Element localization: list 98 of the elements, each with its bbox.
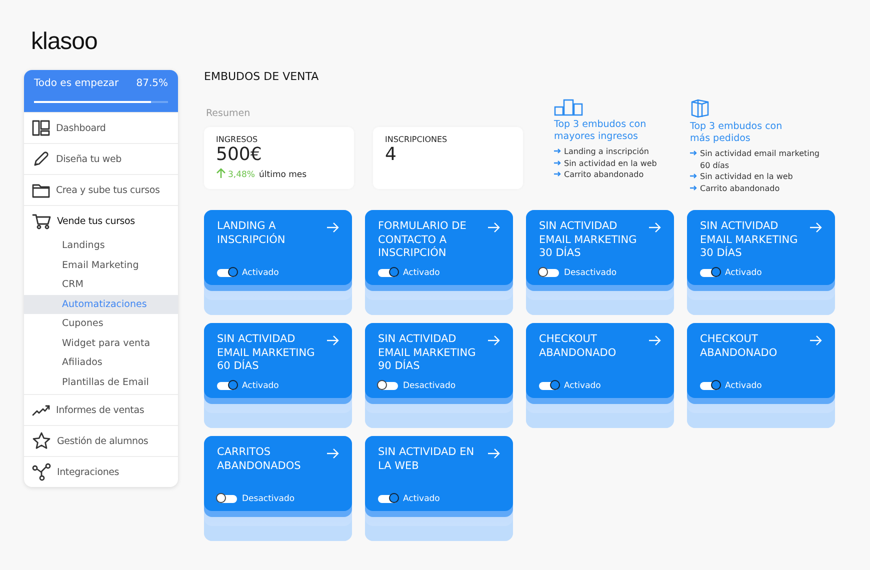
submenu-item[interactable]: CRM [24, 275, 178, 294]
nodes-icon [32, 463, 51, 481]
toggle-switch[interactable] [378, 382, 398, 390]
arrow-icon [690, 173, 697, 179]
submenu-item[interactable]: Landings [24, 236, 178, 256]
funnel-card[interactable]: SIN ACTIVIDAD EMAIL MARKETING 60 DÍAS Activado [204, 323, 352, 398]
arrow-icon [327, 222, 339, 233]
arrow-icon [690, 150, 697, 156]
nav-item[interactable]: Diseña tu web [24, 144, 178, 174]
dashboard-icon [32, 120, 50, 136]
list-item: Sin actividad email marketing 60 días [700, 148, 820, 171]
list-title: Top 3 embudos con más pedidos [690, 121, 784, 144]
box-icon [690, 98, 710, 118]
arrow-icon [488, 448, 500, 459]
arrow-icon [810, 222, 822, 233]
toggle-switch[interactable] [539, 269, 559, 277]
toggle-label: Activado [403, 494, 440, 504]
toggle-switch[interactable] [217, 269, 237, 277]
toggle-label: Activado [725, 381, 762, 391]
cart-icon [32, 212, 51, 230]
section-label: Resumen [205, 107, 252, 119]
card-title: SIN ACTIVIDAD EMAIL MARKETING 60 DÍAS [217, 333, 316, 374]
progress-label: Todo es empezar [34, 78, 119, 90]
arrow-icon [810, 335, 822, 346]
card-title: SIN ACTIVIDAD EN LA WEB [378, 446, 476, 474]
funnel-card[interactable]: SIN ACTIVIDAD EMAIL MARKETING 30 DÍAS Activado [687, 210, 835, 285]
list-item: Sin actividad en la web [700, 171, 793, 182]
toggle-switch[interactable] [217, 495, 237, 503]
card-title: LANDING A INSCRIPCIÓN [217, 220, 286, 248]
podium-icon [554, 98, 584, 116]
submenu-item[interactable]: Widget para venta [24, 334, 178, 353]
arrow-icon [488, 335, 500, 346]
arrow-icon [327, 335, 339, 346]
card-title: CHECKOUT ABANDONADO [539, 333, 618, 360]
toggle-switch[interactable] [378, 495, 398, 503]
star-icon [32, 432, 51, 450]
toggle-switch[interactable] [378, 269, 398, 277]
toggle-switch[interactable] [700, 382, 720, 390]
funnel-card[interactable]: CHECKOUT ABANDONADO Activado [687, 323, 835, 398]
pen-icon [32, 150, 50, 168]
page-title: EMBUDOS DE VENTA [204, 70, 320, 84]
arrow-icon [327, 448, 339, 459]
submenu-item[interactable]: Plantillas de Email [24, 372, 178, 392]
change-note: último mes [259, 170, 307, 180]
submenu-item[interactable]: Cupones [24, 314, 178, 334]
stat-value: 4 [385, 145, 398, 165]
toggle-label: Activado [725, 268, 762, 278]
arrow-icon [690, 184, 697, 190]
list-item: Sin actividad en la web [564, 158, 657, 169]
nav-item[interactable]: Crea y sube tus cursos [24, 175, 178, 205]
funnel-card[interactable]: CHECKOUT ABANDONADO Activado [526, 323, 674, 398]
funnel-card[interactable]: LANDING A INSCRIPCIÓN Activado [204, 210, 352, 285]
list-item: Carrito abandonado [564, 169, 644, 180]
folder-icon [32, 182, 50, 198]
nav-item[interactable]: Vende tus cursos [24, 206, 178, 236]
funnel-card[interactable]: SIN ACTIVIDAD EMAIL MARKETING 90 DÍAS Desactivado [365, 323, 513, 398]
card-title: CHECKOUT ABANDONADO [700, 333, 778, 360]
trend-icon [32, 403, 50, 417]
nav-item[interactable]: Integraciones [24, 457, 178, 487]
toggle-label: Desactivado [564, 268, 617, 278]
submenu-item[interactable]: Afiliados [24, 353, 178, 372]
change-value: 3,48% [228, 170, 256, 180]
card-title: SIN ACTIVIDAD EMAIL MARKETING 90 DÍAS [378, 333, 477, 374]
nav-item[interactable]: Dashboard [24, 113, 178, 143]
card-title: FORMULARIO DE CONTACTO A INSCRIPCIÓN [378, 220, 468, 261]
list-title: Top 3 embudos con mayores ingresos [554, 119, 648, 142]
arrow-icon [649, 335, 661, 346]
arrow-icon [488, 222, 500, 233]
stat-label: INSCRIPCIONES [385, 135, 448, 145]
funnel-card[interactable]: SIN ACTIVIDAD EMAIL MARKETING 30 DÍAS Desactivado [526, 210, 674, 285]
stat-label: INGRESOS [216, 135, 259, 145]
arrow-icon [649, 222, 661, 233]
list-item: Landing a inscripción [564, 146, 649, 158]
stat-value: 500€ [216, 145, 263, 165]
arrow-icon [554, 171, 561, 177]
submenu-item[interactable]: Email Marketing [24, 256, 178, 275]
toggle-label: Desactivado [242, 494, 295, 504]
toggle-label: Activado [242, 268, 279, 278]
funnel-card[interactable]: FORMULARIO DE CONTACTO A INSCRIPCIÓN Activado [365, 210, 513, 285]
list-item: Carrito abandonado [700, 182, 780, 194]
arrow-icon [554, 160, 561, 166]
card-title: CARRITOS ABANDONADOS [217, 446, 302, 474]
card-title: SIN ACTIVIDAD EMAIL MARKETING 30 DÍAS [539, 220, 638, 261]
funnel-card[interactable]: SIN ACTIVIDAD EN LA WEB Activado [365, 436, 513, 511]
nav-item[interactable]: Gestión de alumnos [24, 426, 178, 456]
funnel-card[interactable]: CARRITOS ABANDONADOS Desactivado [204, 436, 352, 511]
toggle-switch[interactable] [217, 382, 237, 390]
toggle-label: Activado [242, 381, 279, 391]
card-title: SIN ACTIVIDAD EMAIL MARKETING 30 DÍAS [700, 220, 799, 261]
toggle-label: Activado [403, 268, 440, 278]
nav-item[interactable]: Informes de ventas [24, 395, 178, 425]
toggle-label: Activado [564, 381, 601, 391]
toggle-label: Desactivado [403, 381, 456, 391]
toggle-switch[interactable] [539, 382, 559, 390]
progress-reading: 87.5% [136, 78, 168, 90]
arrow-icon [554, 148, 561, 154]
toggle-switch[interactable] [700, 269, 720, 277]
logo: klasoo [31, 28, 98, 56]
